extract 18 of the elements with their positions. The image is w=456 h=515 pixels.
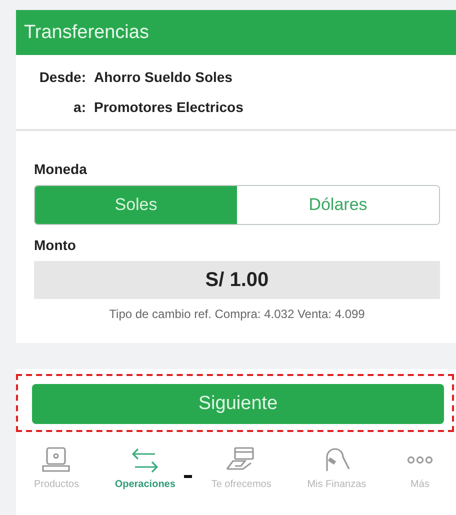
- next-button[interactable]: Siguiente: [32, 384, 444, 424]
- screen-title: Transferencias: [16, 10, 456, 55]
- exchange-rate-note: Tipo de cambio ref. Compra: 4.032 Venta: 4.099: [108, 307, 366, 321]
- nav-tab[interactable]: Más: [398, 445, 442, 515]
- amount-label: Monto: [34, 237, 77, 253]
- nav-tab[interactable]: Productos: [30, 445, 83, 515]
- source-account: Ahorro Sueldo Soles: [94, 69, 232, 85]
- currency-label: Moneda: [34, 161, 88, 177]
- nav-tab[interactable]: Te ofrecemos: [207, 445, 276, 515]
- nav-tab[interactable]: Operaciones: [110, 445, 180, 515]
- dash-mark: [184, 475, 192, 478]
- to-label: a:: [72, 99, 86, 115]
- nav-tab[interactable]: Mis Finanzas: [303, 445, 370, 515]
- amount-field[interactable]: S/ 1.00: [34, 261, 440, 299]
- destination-account: Promotores Electricos: [94, 99, 244, 115]
- currency-option[interactable]: Soles: [35, 186, 237, 224]
- more-icon: [407, 456, 433, 464]
- from-label: Desde:: [38, 69, 86, 85]
